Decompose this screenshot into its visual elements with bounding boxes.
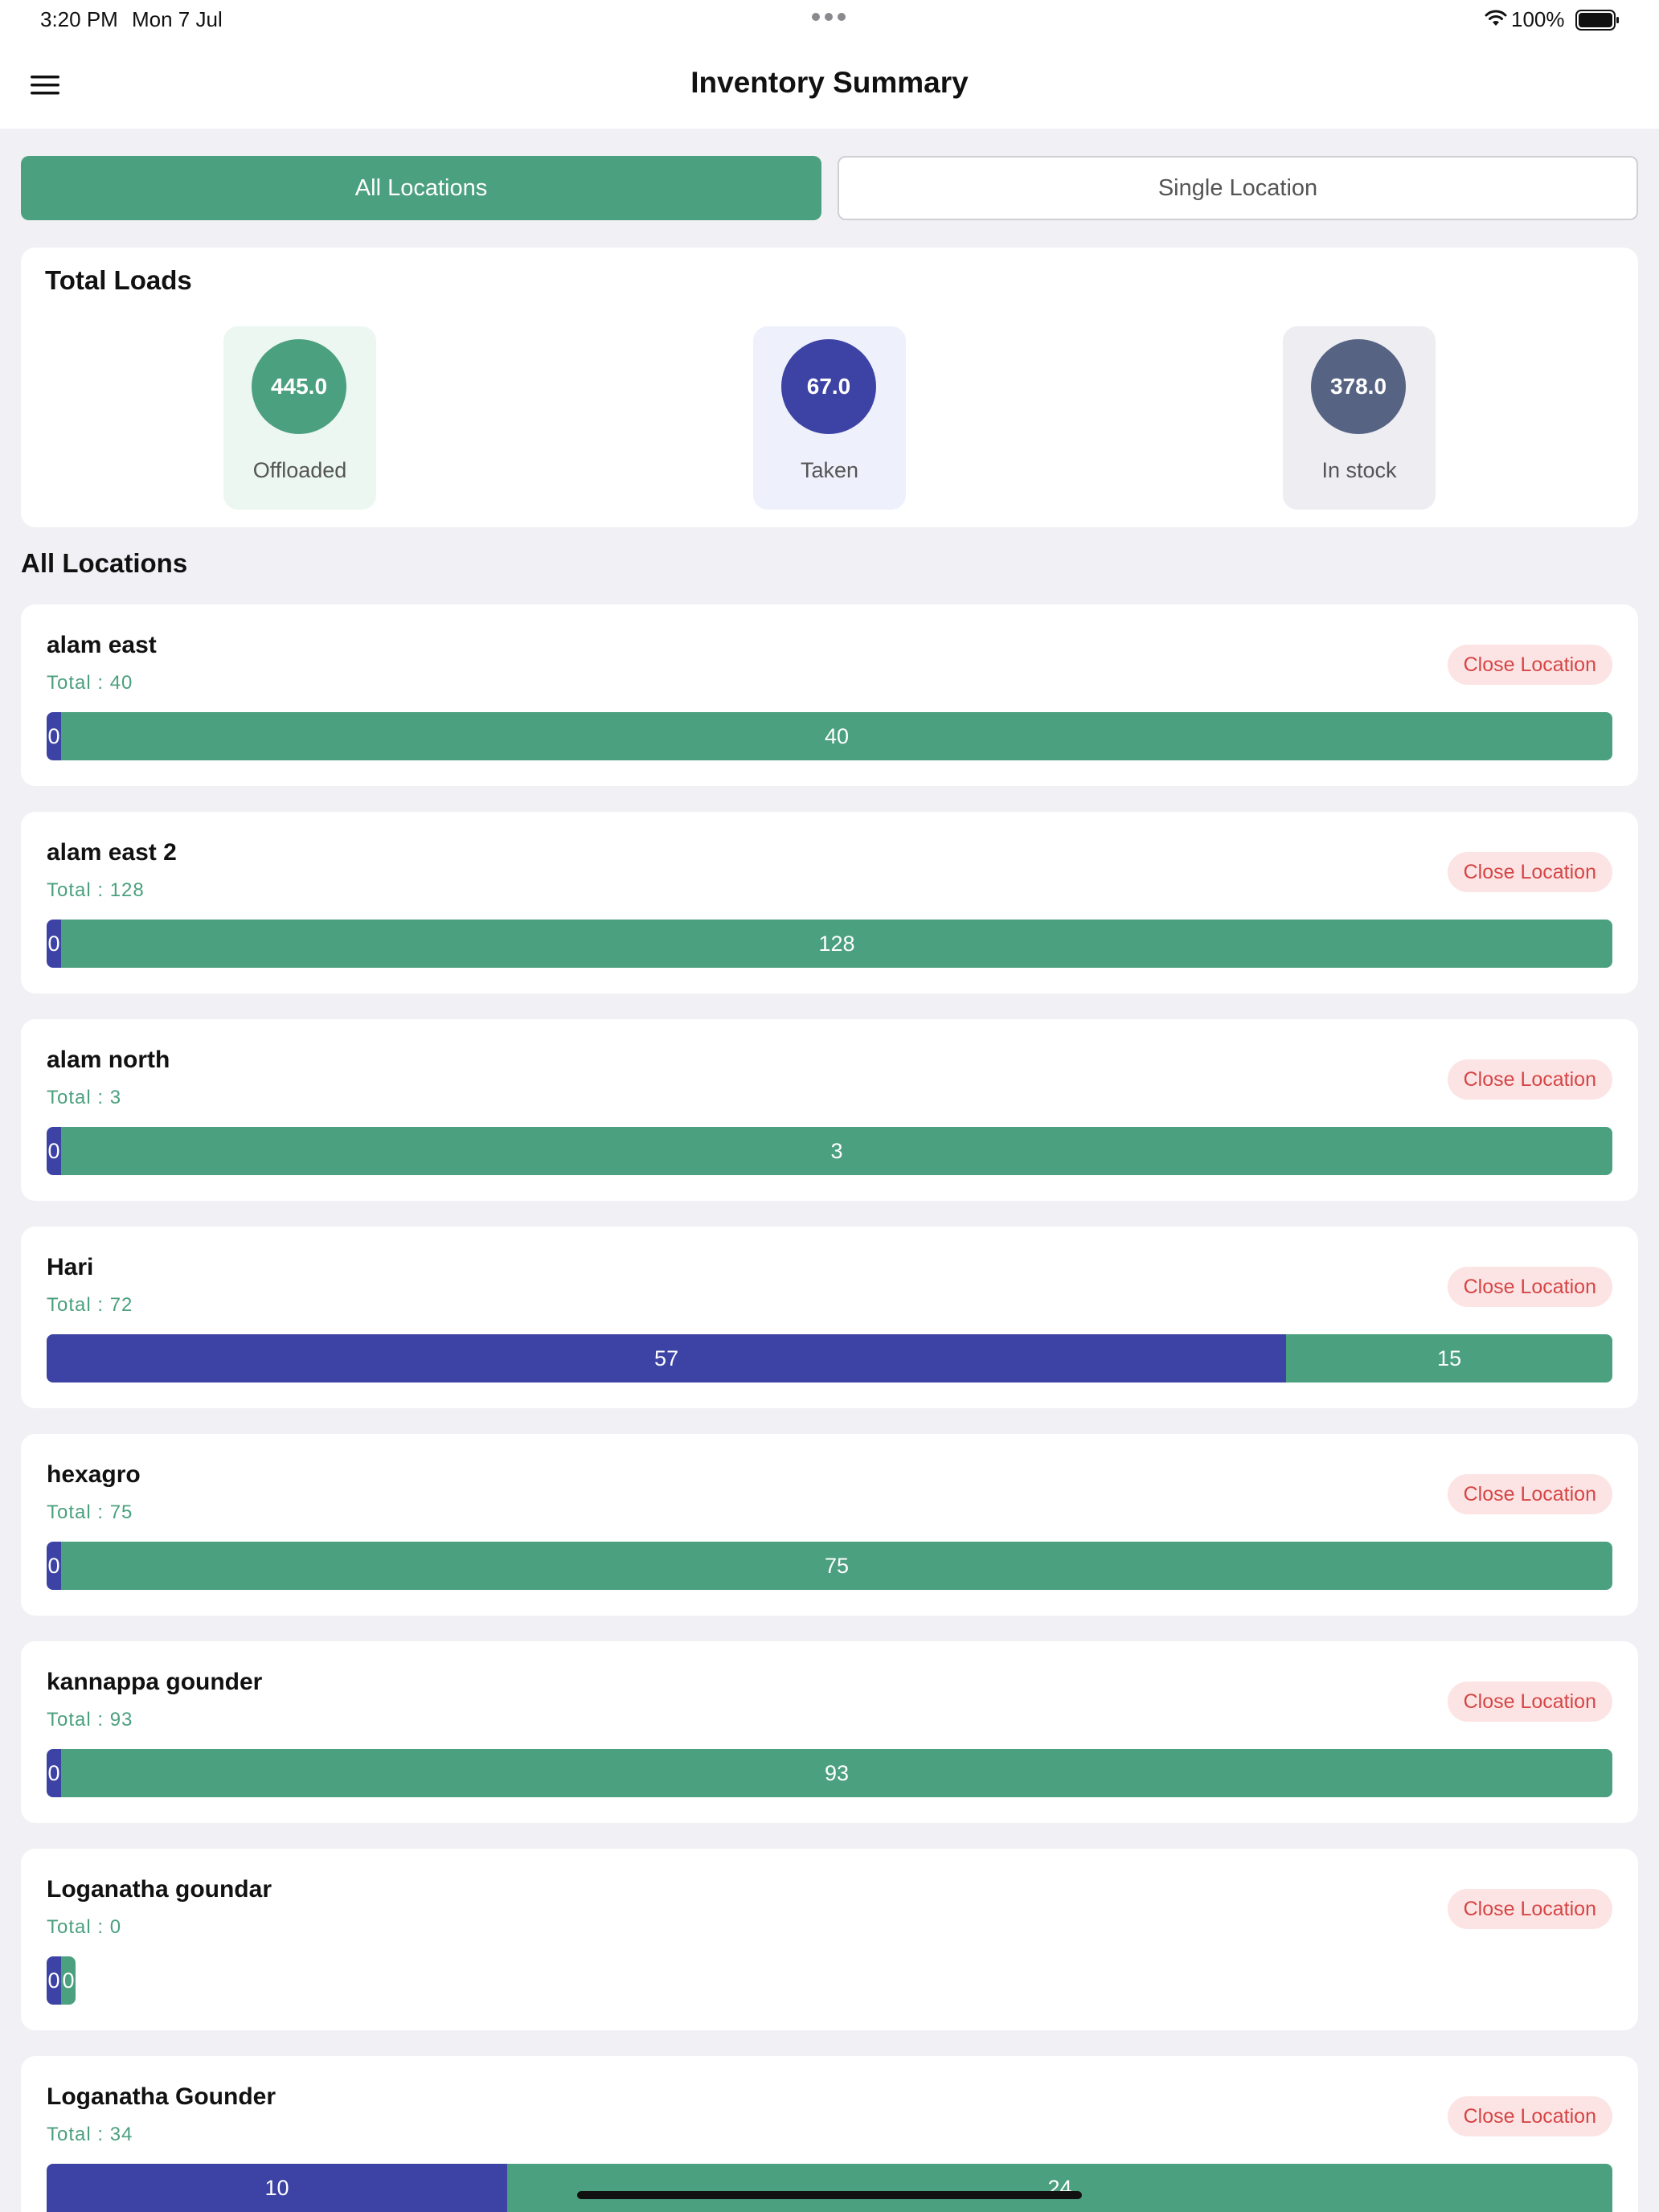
taken-segment: 0	[47, 1956, 61, 2005]
offloaded-label: Offloaded	[252, 458, 347, 482]
location-total: Total : 93	[47, 1709, 133, 1731]
all-locations-heading: All Locations	[21, 548, 188, 578]
location-load-bar: 03	[47, 1127, 1612, 1175]
location-total: Total : 3	[47, 1087, 122, 1108]
tab-all-locations[interactable]: All Locations	[21, 156, 821, 220]
close-location-button[interactable]: Close Location	[1447, 852, 1612, 892]
location-card: alam east Total : 40 Close Location 0 40	[21, 604, 1638, 786]
offloaded-stat: 445.0 Offloaded	[223, 326, 376, 510]
location-total: Total : 34	[47, 2124, 133, 2145]
close-location-button[interactable]: Close Location	[1447, 645, 1612, 685]
taken-segment: 10	[47, 2164, 507, 2212]
location-card: kannappa gounder Total : 93 Close Locati…	[21, 1641, 1638, 1823]
taken-segment: 0	[47, 1127, 61, 1175]
location-load-bar: 0 75	[47, 1542, 1612, 1590]
location-name: alam east	[47, 632, 157, 658]
location-name: kannappa gounder	[47, 1669, 263, 1695]
total-loads-card: Total Loads 445.0 Offloaded 67.0 Taken 3…	[21, 248, 1638, 527]
battery-icon	[1575, 10, 1619, 31]
status-date: Mon 7 Jul	[132, 7, 223, 31]
location-total: Total : 72	[47, 1294, 133, 1316]
taken-segment: 57	[47, 1334, 1287, 1382]
location-card: hexagro Total : 75 Close Location 0 75	[21, 1434, 1638, 1616]
offloaded-value: 445.0	[252, 339, 346, 434]
location-total: Total : 40	[47, 672, 133, 694]
multitasking-dots-icon[interactable]	[812, 13, 846, 21]
location-card: Loganatha goundar Total : 0 Close Locati…	[21, 1849, 1638, 2030]
in-stock-stat: 378.0 In stock	[1283, 326, 1436, 510]
close-location-button[interactable]: Close Location	[1447, 1267, 1612, 1307]
taken-value: 67.0	[781, 339, 876, 434]
location-name: hexagro	[47, 1461, 141, 1488]
close-location-button[interactable]: Close Location	[1447, 1889, 1612, 1929]
taken-segment: 0	[47, 712, 61, 760]
location-card: Loganatha Gounder Total : 34 Close Locat…	[21, 2056, 1638, 2212]
location-load-bar: 0 128	[47, 920, 1612, 968]
location-name: alam north	[47, 1047, 170, 1073]
page-title: Inventory Summary	[690, 66, 969, 99]
in-stock-segment: 3	[61, 1127, 1612, 1175]
location-load-bar: 00	[47, 1956, 76, 2005]
taken-segment: 0	[47, 1749, 61, 1797]
in-stock-segment: 75	[61, 1542, 1612, 1590]
location-name: Hari	[47, 1254, 94, 1280]
location-total: Total : 75	[47, 1501, 133, 1523]
wifi-icon	[1485, 10, 1507, 26]
location-name: Loganatha Gounder	[47, 2083, 276, 2110]
in-stock-segment: 93	[61, 1749, 1612, 1797]
location-load-bar: 0 40	[47, 712, 1612, 760]
in-stock-segment: 40	[61, 712, 1612, 760]
taken-label: Taken	[800, 458, 859, 482]
taken-segment: 0	[47, 1542, 61, 1590]
location-total: Total : 0	[47, 1916, 122, 1938]
status-time: 3:20 PM	[40, 7, 118, 31]
total-loads-title: Total Loads	[45, 265, 192, 295]
close-location-button[interactable]: Close Location	[1447, 1059, 1612, 1100]
location-total: Total : 128	[47, 879, 145, 901]
location-card: alam east 2 Total : 128 Close Location 0…	[21, 812, 1638, 993]
close-location-button[interactable]: Close Location	[1447, 1682, 1612, 1722]
location-card: alam north Total : 3 Close Location 03	[21, 1019, 1638, 1201]
in-stock-label: In stock	[1321, 458, 1397, 482]
status-bar: 3:20 PM Mon 7 Jul 100%	[0, 0, 1659, 42]
battery-percentage: 100%	[1511, 7, 1565, 31]
location-name: alam east 2	[47, 839, 177, 866]
home-indicator[interactable]	[577, 2191, 1082, 2199]
location-load-bar: 0 93	[47, 1749, 1612, 1797]
in-stock-segment: 24	[506, 2164, 1612, 2212]
taken-segment: 0	[47, 920, 61, 968]
close-location-button[interactable]: Close Location	[1447, 2096, 1612, 2136]
in-stock-value: 378.0	[1311, 339, 1406, 434]
location-load-bar: 10 24	[47, 2164, 1612, 2212]
close-location-button[interactable]: Close Location	[1447, 1474, 1612, 1514]
in-stock-segment: 128	[61, 920, 1612, 968]
tab-single-location[interactable]: Single Location	[838, 156, 1638, 220]
location-card: Hari Total : 72 Close Location 57 15	[21, 1227, 1638, 1408]
navigation-bar: Inventory Summary	[0, 42, 1659, 129]
location-load-bar: 57 15	[47, 1334, 1612, 1382]
in-stock-segment: 0	[61, 1956, 76, 2005]
taken-stat: 67.0 Taken	[753, 326, 906, 510]
in-stock-segment: 15	[1286, 1334, 1612, 1382]
location-name: Loganatha goundar	[47, 1876, 272, 1903]
